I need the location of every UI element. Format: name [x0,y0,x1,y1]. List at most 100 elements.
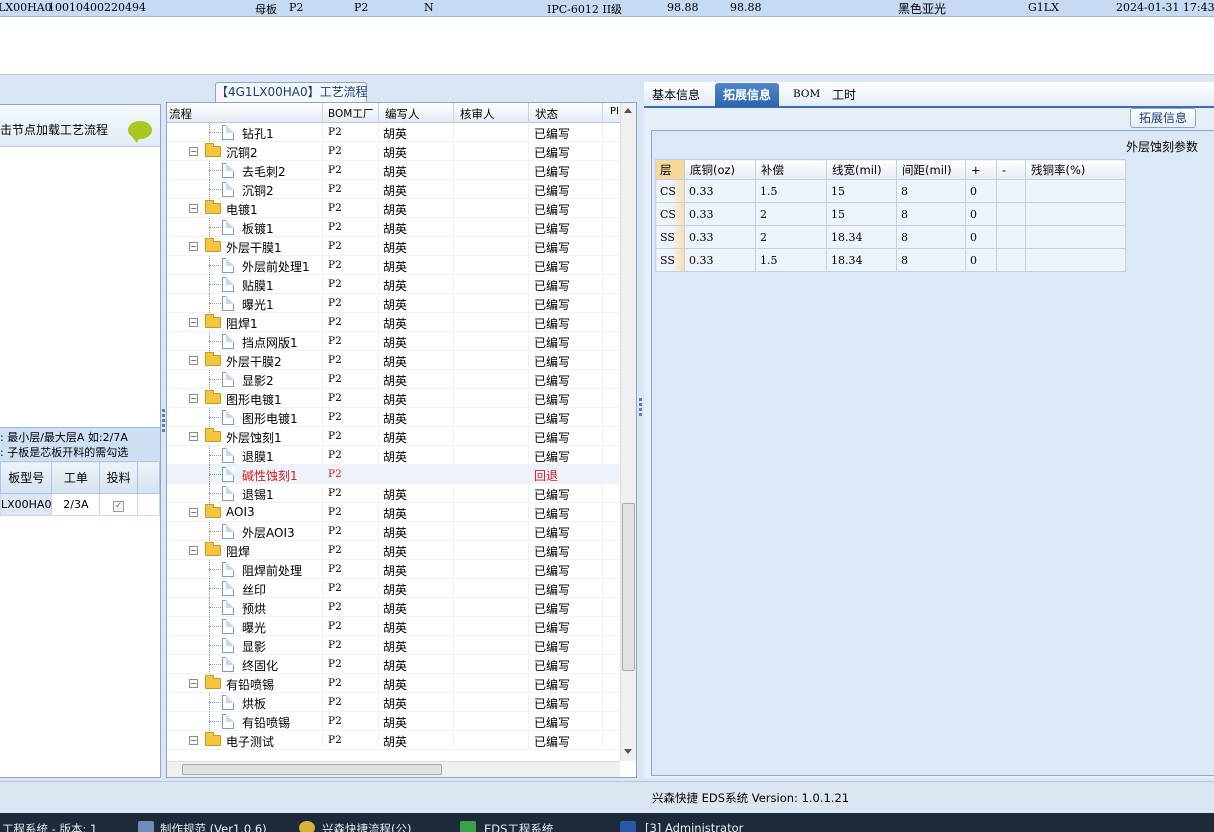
collapse-toggle-icon[interactable]: − [189,546,198,555]
col-reviewer[interactable]: 核审人 [460,106,495,122]
tree-step-row[interactable]: 烘板 P2 胡英 已编写 [167,693,620,712]
collapse-toggle-icon[interactable]: − [189,679,198,688]
tree-step-row[interactable]: 曝光1 P2 胡英 已编写 [167,294,620,313]
tree-step-row[interactable]: 显影 P2 胡英 已编写 [167,636,620,655]
col-plus[interactable]: + [965,159,997,180]
param-cell[interactable]: 0.33 [684,179,756,203]
param-cell[interactable]: CS [655,179,685,203]
tree-step-row[interactable]: 碱性蚀刻1 P2 回退 [167,465,620,484]
param-cell[interactable]: 8 [896,179,966,203]
tree-step-row[interactable]: 曝光 P2 胡英 已编写 [167,617,620,636]
collapse-toggle-icon[interactable]: − [189,318,198,327]
col-status[interactable]: 状态 [535,106,558,122]
tree-group-row[interactable]: − 外层干膜2 P2 胡英 已编写 [167,351,620,370]
param-cell[interactable]: 15 [826,179,897,203]
feed-checkbox[interactable]: ✓ [113,500,125,512]
tree-step-row[interactable]: 挡点网版1 P2 胡英 已编写 [167,332,620,351]
col-layer[interactable]: 层 [655,159,685,180]
param-cell[interactable]: CS [655,202,685,226]
tree-step-row[interactable]: 退锡1 P2 胡英 已编写 [167,484,620,503]
speech-bubble-icon[interactable] [128,121,152,143]
param-cell[interactable]: 0.33 [684,202,756,226]
col-spacing[interactable]: 间距(mil) [896,159,966,180]
scroll-up-icon[interactable] [624,108,632,113]
tree-step-row[interactable]: 预烘 P2 胡英 已编写 [167,598,620,617]
param-cell[interactable]: 2 [755,202,827,226]
collapse-toggle-icon[interactable]: − [189,242,198,251]
col-order[interactable]: 工单 [51,461,101,494]
col-minus[interactable]: - [996,159,1026,180]
tree-step-row[interactable]: 钻孔1 P2 胡英 已编写 [167,123,620,142]
tree-group-row[interactable]: − 外层干膜1 P2 胡英 已编写 [167,237,620,256]
col-bom-factory[interactable]: BOM工厂 [328,106,373,121]
table-row[interactable]: CS 0.33 2 15 8 0 [655,202,1126,226]
taskbar-item-1[interactable]: 工程系统 - 版本: 1 [2,821,97,832]
col-compensation[interactable]: 补偿 [755,159,827,180]
taskbar-item-5[interactable]: [3] Administrator [645,821,743,832]
param-cell[interactable]: 8 [896,248,966,272]
col-line-width[interactable]: 线宽(mil) [826,159,897,180]
tree-group-row[interactable]: − 外层蚀刻1 P2 胡英 已编写 [167,427,620,446]
param-cell[interactable] [996,179,1026,203]
param-cell[interactable] [996,202,1026,226]
param-cell[interactable]: 2 [755,225,827,249]
tree-group-row[interactable]: − 电镀1 P2 胡英 已编写 [167,199,620,218]
param-cell[interactable]: 0 [965,225,997,249]
param-cell[interactable] [996,225,1026,249]
tree-group-row[interactable]: − 电子测试 P2 胡英 已编写 [167,731,620,750]
extended-info-button[interactable]: 拓展信息 [1130,108,1196,128]
tree-group-row[interactable]: − AOI3 P2 胡英 已编写 [167,503,620,522]
col-process[interactable]: 流程 [169,106,192,122]
param-cell[interactable] [1025,202,1126,226]
tree-step-row[interactable]: 外层前处理1 P2 胡英 已编写 [167,256,620,275]
table-row[interactable]: CS 0.33 1.5 15 8 0 [655,179,1126,203]
scroll-down-icon[interactable] [624,749,632,754]
param-cell[interactable]: 1.5 [755,248,827,272]
param-cell[interactable]: 18.34 [826,225,897,249]
tab-hours[interactable]: 工时 [832,86,856,103]
tree-step-row[interactable]: 阻焊前处理 P2 胡英 已编写 [167,560,620,579]
taskbar-item-2[interactable]: 制作规范 (Ver1.0.6) [160,821,267,832]
param-cell[interactable]: 1.5 [755,179,827,203]
col-board-model[interactable]: 板型号 [0,461,53,494]
collapse-toggle-icon[interactable]: − [189,147,198,156]
tree-step-row[interactable]: 板镀1 P2 胡英 已编写 [167,218,620,237]
collapse-toggle-icon[interactable]: − [189,736,198,745]
collapse-toggle-icon[interactable]: − [189,204,198,213]
tree-step-row[interactable]: 去毛刺2 P2 胡英 已编写 [167,161,620,180]
col-pi[interactable]: PI [610,106,619,117]
param-cell[interactable] [1025,248,1126,272]
tree-step-row[interactable]: 退膜1 P2 胡英 已编写 [167,446,620,465]
tree-group-row[interactable]: − 阻焊1 P2 胡英 已编写 [167,313,620,332]
param-cell[interactable]: 8 [896,225,966,249]
param-cell[interactable]: 0 [965,179,997,203]
param-cell[interactable] [1025,225,1126,249]
tree-step-row[interactable]: 显影2 P2 胡英 已编写 [167,370,620,389]
param-cell[interactable] [1025,179,1126,203]
taskbar-item-3[interactable]: 兴森快捷流程(公) [322,821,411,832]
param-cell[interactable]: SS [655,225,685,249]
param-cell[interactable] [996,248,1026,272]
collapse-toggle-icon[interactable]: − [189,394,198,403]
tab-bom[interactable]: BOM [793,88,820,100]
col-residual-copper[interactable]: 残铜率(%) [1025,159,1126,180]
taskbar-item-4[interactable]: EDS工程系统 [484,821,553,832]
table-row[interactable]: SS 0.33 1.5 18.34 8 0 [655,248,1126,272]
tab-extended-info[interactable]: 拓展信息 [715,83,780,107]
collapse-toggle-icon[interactable]: − [189,432,198,441]
tree-step-row[interactable]: 终固化 P2 胡英 已编写 [167,655,620,674]
tree-group-row[interactable]: − 有铅喷锡 P2 胡英 已编写 [167,674,620,693]
cell-order[interactable]: 2/3A [51,493,101,516]
col-feed[interactable]: 投料 [99,461,138,494]
vertical-scrollbar[interactable] [620,103,636,761]
cell-board-model[interactable]: LX00HA0 [0,493,53,516]
param-cell[interactable]: 0.33 [684,225,756,249]
col-author[interactable]: 编写人 [385,106,420,122]
cell-feed[interactable]: ✓ [99,493,138,516]
hscroll-thumb[interactable] [182,764,442,775]
table-row[interactable]: LX00HA0 2/3A ✓ [0,493,160,516]
tree-step-row[interactable]: 丝印 P2 胡英 已编写 [167,579,620,598]
horizontal-scrollbar[interactable] [167,761,620,777]
tree-group-row[interactable]: − 沉铜2 P2 胡英 已编写 [167,142,620,161]
tree-step-row[interactable]: 贴膜1 P2 胡英 已编写 [167,275,620,294]
